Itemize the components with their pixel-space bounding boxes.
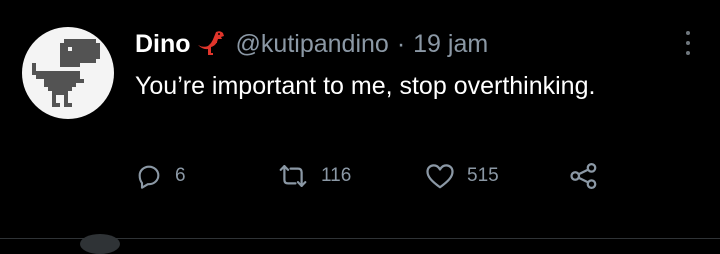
pixel-dinosaur-icon (32, 39, 100, 107)
share-button[interactable] (569, 160, 599, 192)
display-name[interactable]: Dino (135, 30, 191, 59)
tweet-header: Dino @kutipandino · 19 jam (135, 27, 488, 61)
heart-icon (426, 164, 454, 189)
retweet-count: 116 (321, 165, 352, 186)
retweet-icon (279, 165, 307, 187)
reply-button[interactable]: 6 (135, 160, 186, 192)
tweet-actions: 6 116 515 (135, 160, 615, 192)
share-icon (570, 163, 597, 189)
reply-count: 6 (175, 165, 186, 186)
avatar[interactable] (22, 27, 114, 119)
timestamp[interactable]: 19 jam (413, 30, 488, 59)
tweet-card[interactable]: Dino @kutipandino · 19 jam You’re import… (0, 0, 720, 239)
retweet-button[interactable]: 116 (277, 160, 351, 192)
tweet-text: You’re important to me, stop overthinkin… (135, 72, 596, 100)
next-tweet-avatar[interactable] (80, 234, 120, 254)
reply-icon (138, 165, 160, 189)
like-button[interactable]: 515 (425, 160, 499, 192)
user-handle[interactable]: @kutipandino (236, 30, 389, 59)
more-vertical-icon[interactable] (684, 30, 692, 56)
like-count: 515 (467, 165, 499, 186)
red-dinosaur-emoji-icon (197, 31, 224, 55)
separator-dot: · (396, 29, 406, 58)
